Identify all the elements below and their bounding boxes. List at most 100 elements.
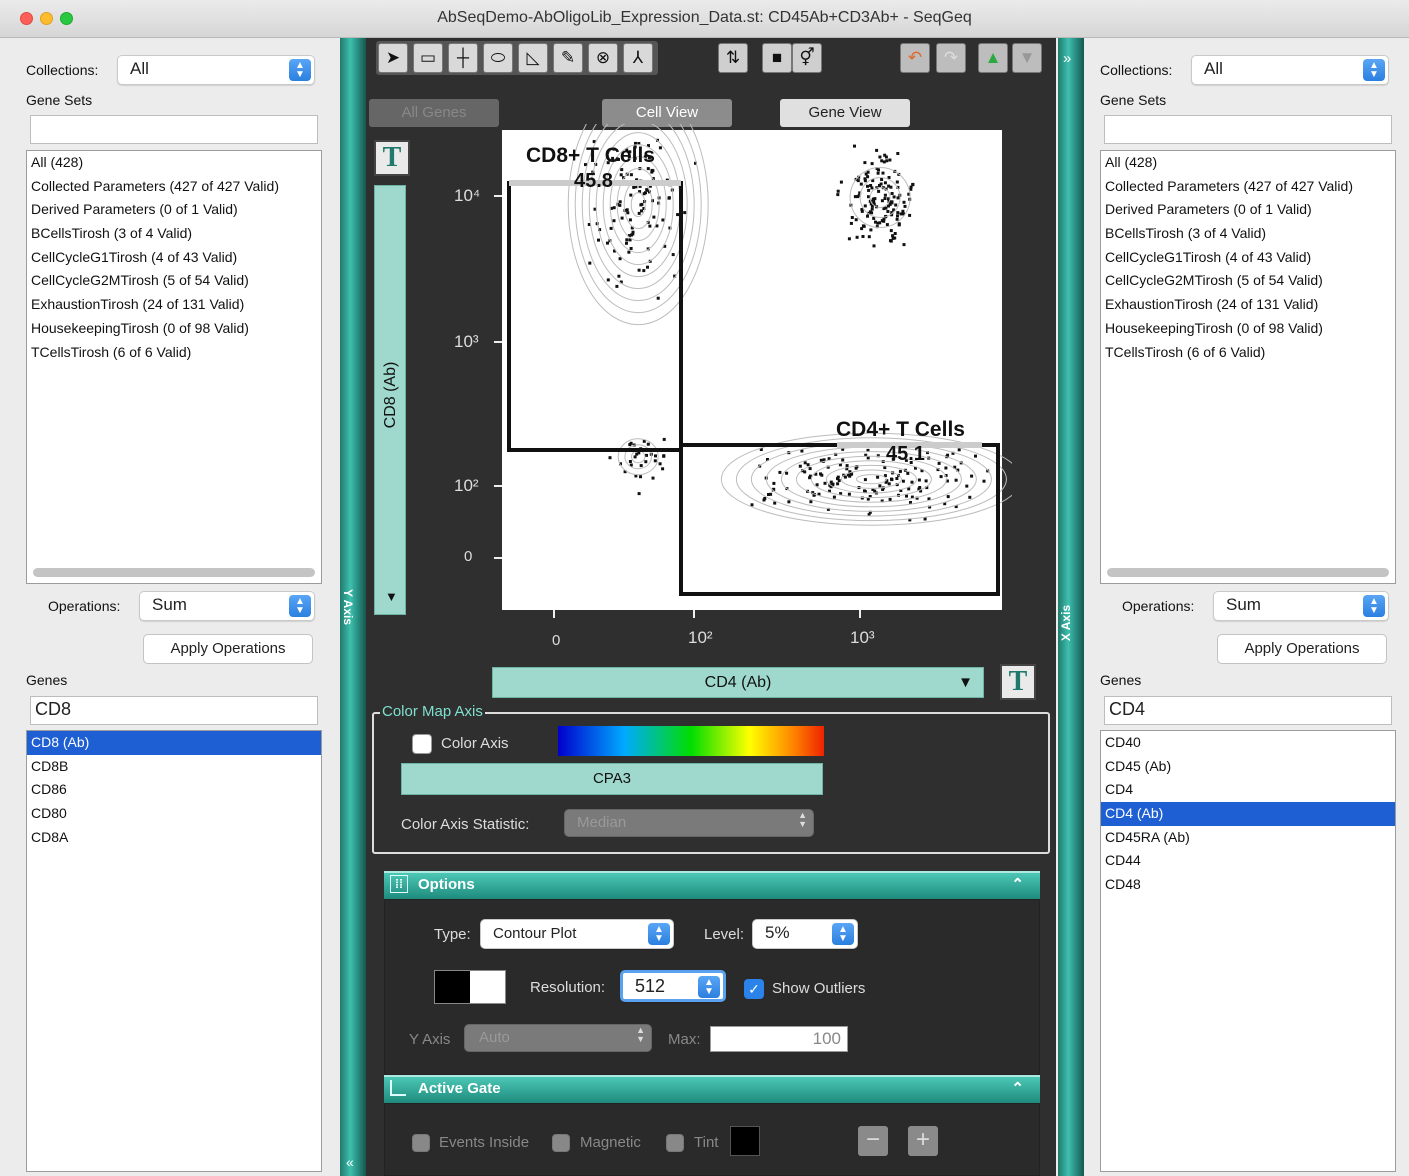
plot-type-select[interactable]: Contour Plot ▲ ▼: [480, 919, 674, 949]
list-item[interactable]: ExhaustionTirosh (24 of 131 Valid): [27, 293, 321, 317]
list-item[interactable]: Derived Parameters (0 of 1 Valid): [27, 198, 321, 222]
list-item[interactable]: CellCycleG2MTirosh (5 of 54 Valid): [27, 269, 321, 293]
outlier-point: [806, 463, 810, 467]
move-up-icon[interactable]: ▲: [978, 43, 1008, 73]
collapse-up-icon[interactable]: ⌃: [1011, 873, 1024, 897]
y-axis-range-select[interactable]: Auto ▲ ▼: [464, 1024, 652, 1052]
polygon-gate-icon[interactable]: ◺: [518, 43, 548, 73]
list-item[interactable]: CellCycleG1Tirosh (4 of 43 Valid): [1101, 246, 1395, 270]
collapse-up-icon[interactable]: ⌃: [1011, 1077, 1024, 1101]
gene-sets-filter-input[interactable]: [1104, 115, 1392, 144]
tint-color-swatch[interactable]: [730, 1126, 760, 1156]
gene-sets-list[interactable]: All (428) Collected Parameters (427 of 4…: [26, 150, 322, 584]
active-gate-section-header[interactable]: Active Gate ⌃: [384, 1075, 1040, 1103]
list-item[interactable]: BCellsTirosh (3 of 4 Valid): [1101, 222, 1395, 246]
genes-list[interactable]: CD40 CD45 (Ab) CD4 CD4 (Ab) CD45RA (Ab) …: [1100, 730, 1396, 1172]
list-item[interactable]: Collected Parameters (427 of 427 Valid): [1101, 175, 1395, 199]
spider-gate-icon[interactable]: ⊗: [588, 43, 618, 73]
contour-color-swatch[interactable]: [434, 970, 506, 1004]
genes-filter-input[interactable]: CD4: [1104, 696, 1392, 725]
list-item[interactable]: BCellsTirosh (3 of 4 Valid): [27, 222, 321, 246]
apply-operations-button[interactable]: Apply Operations: [1217, 634, 1387, 664]
operations-select[interactable]: Sum ▲ ▼: [139, 591, 315, 621]
color-parameter-select[interactable]: CPA3: [401, 763, 823, 795]
list-item[interactable]: All (428): [1101, 151, 1395, 175]
y-axis-transform-button[interactable]: T: [374, 140, 410, 176]
list-item[interactable]: CD80: [27, 802, 321, 826]
list-item[interactable]: CellCycleG1Tirosh (4 of 43 Valid): [27, 246, 321, 270]
undo-icon[interactable]: ↶: [900, 43, 930, 73]
list-item[interactable]: CD8A: [27, 826, 321, 850]
collections-select[interactable]: All ▲ ▼: [1191, 55, 1389, 85]
level-select[interactable]: 5% ▲ ▼: [752, 919, 858, 949]
quadrant-gate-icon[interactable]: ┼: [448, 43, 478, 73]
redo-icon[interactable]: ↷: [936, 43, 966, 73]
outlier-point: [859, 182, 863, 186]
gene-sets-list[interactable]: All (428) Collected Parameters (427 of 4…: [1100, 150, 1396, 584]
list-item[interactable]: CD45RA (Ab): [1101, 826, 1395, 850]
color-axis-checkbox[interactable]: [412, 734, 432, 754]
gene-view-tab[interactable]: Gene View: [780, 99, 910, 127]
apply-operations-button[interactable]: Apply Operations: [143, 634, 313, 664]
show-outliers-checkbox[interactable]: ✓: [744, 979, 764, 999]
list-item[interactable]: All (428): [27, 151, 321, 175]
genes-filter-input[interactable]: CD8: [30, 696, 318, 725]
list-item-selected[interactable]: CD4 (Ab): [1101, 802, 1395, 826]
contour-plot[interactable]: [432, 124, 1012, 654]
minus-button[interactable]: −: [858, 1126, 888, 1156]
list-item[interactable]: Derived Parameters (0 of 1 Valid): [1101, 198, 1395, 222]
x-axis-side-bar[interactable]: » X Axis: [1058, 38, 1084, 1176]
magnetic-checkbox[interactable]: [552, 1134, 570, 1152]
list-item[interactable]: Collected Parameters (427 of 427 Valid): [27, 175, 321, 199]
cell-view-tab[interactable]: Cell View: [602, 99, 732, 127]
operations-select[interactable]: Sum ▲ ▼: [1213, 591, 1389, 621]
list-item[interactable]: CD4: [1101, 778, 1395, 802]
outlier-point: [658, 146, 662, 150]
outlier-point: [885, 223, 889, 227]
sort-icon[interactable]: ⇅: [718, 43, 748, 73]
collections-select[interactable]: All ▲ ▼: [117, 55, 315, 85]
list-item[interactable]: CellCycleG2MTirosh (5 of 54 Valid): [1101, 269, 1395, 293]
horizontal-scrollbar[interactable]: [33, 568, 315, 577]
x-axis-transform-button[interactable]: T: [1000, 664, 1036, 700]
color-statistic-select[interactable]: Median ▲ ▼: [564, 809, 814, 837]
list-item[interactable]: CD45 (Ab): [1101, 755, 1395, 779]
list-item[interactable]: TCellsTirosh (6 of 6 Valid): [1101, 341, 1395, 365]
rectangle-gate-icon[interactable]: ▭: [413, 43, 443, 73]
horizontal-scrollbar[interactable]: [1107, 568, 1389, 577]
black-window-icon[interactable]: ■: [762, 43, 792, 73]
list-item[interactable]: CD40: [1101, 731, 1395, 755]
list-item[interactable]: CD44: [1101, 849, 1395, 873]
collapse-left-icon[interactable]: «: [346, 1154, 354, 1170]
pointer-tool-icon[interactable]: ➤: [378, 43, 408, 73]
curly-quad-icon[interactable]: ⅄: [623, 43, 653, 73]
list-item[interactable]: CD8B: [27, 755, 321, 779]
all-genes-tab[interactable]: All Genes: [369, 99, 499, 127]
plus-button[interactable]: +: [908, 1126, 938, 1156]
list-item[interactable]: HousekeepingTirosh (0 of 98 Valid): [1101, 317, 1395, 341]
outlier-point: [872, 244, 876, 248]
y-parameter-select[interactable]: CD8 (Ab) ▼: [374, 185, 406, 615]
max-input[interactable]: 100: [710, 1026, 848, 1052]
gender-icon[interactable]: ⚥: [792, 43, 822, 73]
list-item[interactable]: ExhaustionTirosh (24 of 131 Valid): [1101, 293, 1395, 317]
y-axis-side-bar[interactable]: Y Axis «: [340, 38, 366, 1176]
chevron-down-icon: ▼: [385, 589, 398, 604]
list-item[interactable]: CD86: [27, 778, 321, 802]
genes-list[interactable]: CD8 (Ab) CD8B CD86 CD80 CD8A: [26, 730, 322, 1172]
move-down-icon[interactable]: ▼: [1012, 43, 1042, 73]
options-section-header[interactable]: ⁞⁞ Options ⌃: [384, 871, 1040, 899]
list-item-selected[interactable]: CD8 (Ab): [27, 731, 321, 755]
expand-right-icon[interactable]: »: [1063, 50, 1071, 67]
ellipse-gate-icon[interactable]: ⬭: [483, 43, 513, 73]
events-inside-checkbox[interactable]: [412, 1134, 430, 1152]
tint-checkbox[interactable]: [666, 1134, 684, 1152]
freehand-gate-icon[interactable]: ✎: [553, 43, 583, 73]
x-parameter-select[interactable]: CD4 (Ab) ▼: [492, 667, 984, 698]
level-label: Level:: [704, 926, 745, 943]
gene-sets-filter-input[interactable]: [30, 115, 318, 144]
list-item[interactable]: HousekeepingTirosh (0 of 98 Valid): [27, 317, 321, 341]
list-item[interactable]: CD48: [1101, 873, 1395, 897]
list-item[interactable]: TCellsTirosh (6 of 6 Valid): [27, 341, 321, 365]
resolution-select[interactable]: 512 ▲ ▼: [620, 970, 726, 1002]
